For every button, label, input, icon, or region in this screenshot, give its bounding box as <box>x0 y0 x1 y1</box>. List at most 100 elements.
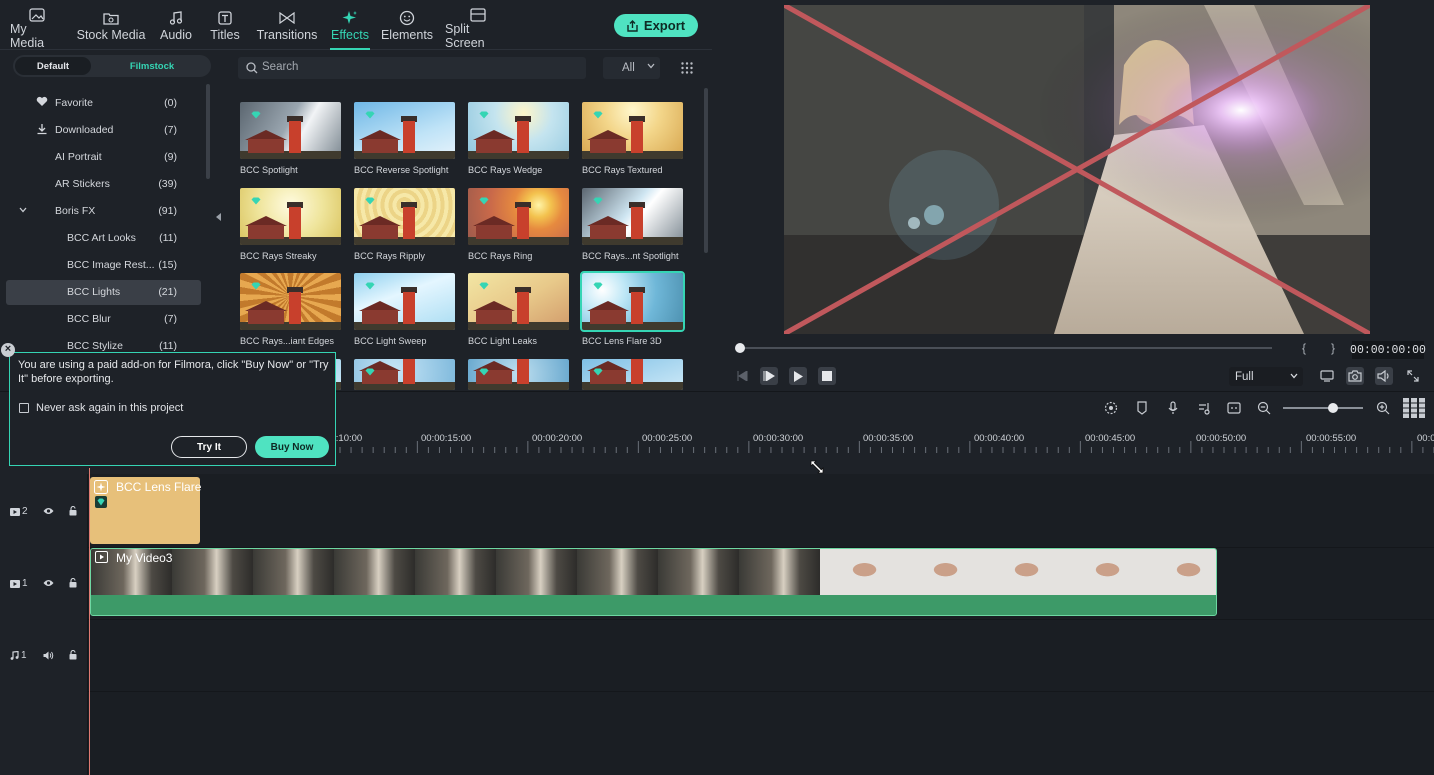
video-clip[interactable] <box>90 548 1217 616</box>
tree-item-boris-fx[interactable]: Boris FX (91) <box>6 199 201 223</box>
marker-icon[interactable] <box>1136 401 1148 415</box>
effect-card[interactable] <box>354 359 456 390</box>
transition-icon <box>279 8 295 28</box>
effect-card[interactable]: BCC Reverse Spotlight <box>354 102 456 175</box>
tab-effects[interactable]: Effects <box>330 8 370 50</box>
collapse-panel-icon[interactable] <box>216 213 221 221</box>
ruler-label: 00:00:30:00 <box>753 433 804 444</box>
effect-card[interactable]: BCC Rays Streaky <box>240 188 342 261</box>
timecode-display: 00:00:00:00 <box>1350 341 1426 359</box>
scrubber-handle[interactable] <box>735 343 745 353</box>
effect-card[interactable]: BCC Lens Flare 3D <box>580 271 685 346</box>
premium-gem-icon <box>251 197 261 205</box>
lock-icon[interactable] <box>69 650 77 660</box>
step-play-icon[interactable] <box>760 367 778 385</box>
ruler-label: 00:00:45:00 <box>1085 433 1136 444</box>
effect-label: BCC Rays Textured <box>582 165 663 175</box>
effect-card[interactable]: BCC Rays Textured <box>582 102 684 175</box>
tree-item-bcc-lights[interactable]: BCC Lights (21) <box>6 280 201 305</box>
effect-card[interactable]: BCC Light Leaks <box>468 273 570 346</box>
preview-quality-dropdown[interactable]: Full <box>1229 367 1303 386</box>
filter-dropdown[interactable]: All <box>603 57 660 79</box>
default-tab[interactable]: Default <box>15 57 91 75</box>
eye-icon[interactable] <box>43 507 54 515</box>
tab-elements[interactable]: Elements <box>381 8 433 48</box>
tab-label: Transitions <box>256 28 318 42</box>
tree-item-favorite[interactable]: Favorite (0) <box>6 91 201 115</box>
track-audio-1 <box>0 620 1434 692</box>
render-icon[interactable] <box>1104 401 1118 415</box>
effect-card[interactable]: BCC Rays...nt Spotlight <box>582 188 684 261</box>
effect-clip-label: BCC Lens Flare <box>116 480 202 494</box>
buy-now-button[interactable]: Buy Now <box>255 436 329 458</box>
zoom-slider-handle[interactable] <box>1328 403 1338 413</box>
audio-mixer-icon[interactable] <box>1197 401 1211 415</box>
video-preview[interactable] <box>784 5 1370 334</box>
effect-card[interactable] <box>468 359 570 390</box>
tree-item-ai-portrait[interactable]: AI Portrait (9) <box>6 145 201 169</box>
zoom-slider[interactable] <box>1283 407 1363 409</box>
tab-split-screen[interactable]: Split Screen <box>445 8 511 50</box>
fullscreen-icon[interactable] <box>1404 367 1422 385</box>
tree-item-bcc-art-looks[interactable]: BCC Art Looks (11) <box>6 226 201 250</box>
clip-frame <box>253 549 334 595</box>
export-button[interactable]: Export <box>614 14 698 37</box>
clip-frame <box>172 549 253 595</box>
tree-item-bcc-image-restoration[interactable]: BCC Image Rest... (15) <box>6 253 201 277</box>
track-header-filler <box>0 692 88 775</box>
play-icon[interactable] <box>789 367 807 385</box>
ruler-label: 00:00:55:00 <box>1306 433 1357 444</box>
tab-audio[interactable]: Audio <box>159 8 193 48</box>
effect-card[interactable]: BCC Light Sweep <box>354 273 456 346</box>
speaker-icon[interactable] <box>43 651 54 660</box>
display-settings-icon[interactable] <box>1318 367 1336 385</box>
tree-item-label: AI Portrait <box>55 151 102 163</box>
grid-scrollbar[interactable] <box>704 88 708 253</box>
track-layout-icon[interactable] <box>1403 398 1425 418</box>
microphone-icon[interactable] <box>1167 401 1179 415</box>
filmstock-tab[interactable]: Filmstock <box>95 57 209 75</box>
video-track-icon <box>10 579 20 588</box>
playback-scrubber[interactable] <box>740 347 1272 349</box>
lock-icon[interactable] <box>69 506 77 516</box>
mark-in-button[interactable]: { <box>1302 341 1306 355</box>
premium-gem-icon <box>593 282 603 290</box>
previous-frame-icon[interactable] <box>733 367 751 385</box>
effect-card[interactable] <box>582 359 684 390</box>
clip-frame <box>334 549 415 595</box>
tree-scrollbar[interactable] <box>206 84 210 179</box>
tab-my-media[interactable]: My Media <box>10 8 64 50</box>
mark-out-button[interactable]: } <box>1331 341 1335 355</box>
clip-frame <box>658 549 739 595</box>
tab-titles[interactable]: Titles <box>209 8 241 48</box>
never-ask-checkbox[interactable] <box>19 403 29 413</box>
tree-item-downloaded[interactable]: Downloaded (7) <box>6 118 201 142</box>
stop-icon[interactable] <box>818 367 836 385</box>
playhead[interactable] <box>89 468 90 775</box>
effect-card[interactable]: BCC Rays Ripply <box>354 188 456 261</box>
zoom-out-icon[interactable] <box>1257 401 1271 415</box>
tree-item-ar-stickers[interactable]: AR Stickers (39) <box>6 172 201 196</box>
tab-transitions[interactable]: Transitions <box>256 8 318 48</box>
tree-item-bcc-blur[interactable]: BCC Blur (7) <box>6 307 201 331</box>
dialog-close-button[interactable]: × <box>1 343 15 357</box>
effect-thumbnail <box>580 271 685 332</box>
grid-view-icon[interactable] <box>681 62 693 74</box>
subtitle-icon[interactable] <box>1227 401 1241 415</box>
effect-card[interactable]: BCC Spotlight <box>240 102 342 175</box>
tab-stock-media[interactable]: Stock Media <box>76 8 146 48</box>
effect-label: BCC Rays Wedge <box>468 165 543 175</box>
snapshot-icon[interactable] <box>1346 367 1364 385</box>
volume-icon[interactable] <box>1375 367 1393 385</box>
eye-icon[interactable] <box>43 579 54 587</box>
effect-card[interactable]: BCC Rays Ring <box>468 188 570 261</box>
effect-card[interactable]: BCC Rays...iant Edges <box>240 273 342 346</box>
effect-clip-icon <box>94 480 108 494</box>
try-it-button[interactable]: Try It <box>171 436 247 458</box>
zoom-in-icon[interactable] <box>1376 401 1390 415</box>
effect-card[interactable]: BCC Rays Wedge <box>468 102 570 175</box>
ruler-label: 00:00:20:00 <box>532 433 583 444</box>
lock-icon[interactable] <box>69 578 77 588</box>
tree-item-count: (39) <box>158 178 177 190</box>
never-ask-label[interactable]: Never ask again in this project <box>36 402 183 414</box>
